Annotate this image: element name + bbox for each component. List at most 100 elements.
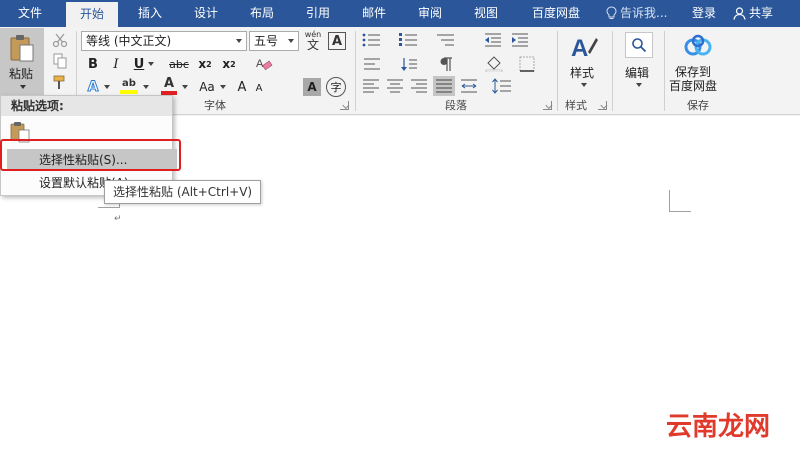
chinese-layout-icon	[364, 58, 380, 70]
share-button[interactable]: 共享	[733, 0, 773, 27]
font-dialog-launcher[interactable]	[340, 101, 349, 110]
editing-icon-frame	[625, 32, 653, 58]
italic-button[interactable]: I	[107, 54, 125, 74]
align-center-button[interactable]	[385, 77, 405, 95]
distributed-button[interactable]	[459, 77, 479, 95]
increase-indent-icon	[512, 33, 528, 47]
tab-file[interactable]: 文件	[4, 0, 56, 27]
chevron-down-icon	[636, 83, 642, 87]
styles-label: 样式	[570, 66, 595, 80]
align-left-button[interactable]	[361, 77, 381, 95]
multilevel-list-icon	[437, 34, 454, 46]
tell-me-search[interactable]: 告诉我...	[606, 0, 667, 27]
paste-options-header: 粘贴选项:	[1, 96, 172, 116]
chevron-down-icon[interactable]	[143, 85, 149, 89]
underline-button[interactable]: U	[130, 54, 148, 74]
chevron-down-icon[interactable]	[148, 62, 154, 66]
svg-text:A: A	[256, 58, 264, 70]
paragraph-group-label: 段落	[445, 99, 467, 112]
chevron-down-icon[interactable]	[220, 85, 226, 89]
paste-special-tooltip: 选择性粘贴 (Alt+Ctrl+V)	[104, 180, 262, 204]
save-to-baidu-netdisk-button[interactable]: 保存到 百度网盘	[668, 29, 728, 97]
format-painter-icon	[53, 75, 65, 89]
subscript-x: x	[198, 57, 207, 71]
increase-indent-button[interactable]	[510, 31, 530, 49]
shading-button[interactable]	[483, 54, 505, 74]
lightbulb-icon	[606, 6, 617, 19]
chinese-layout-button[interactable]	[361, 54, 383, 74]
character-border-button[interactable]: A	[328, 32, 346, 50]
sort-button[interactable]	[398, 54, 420, 74]
tab-baidu-netdisk[interactable]: 百度网盘	[516, 0, 596, 27]
multilevel-list-button[interactable]	[435, 31, 457, 49]
font-name-combo[interactable]: 等线 (中文正文)	[81, 31, 247, 51]
decrease-indent-button[interactable]	[483, 31, 503, 49]
paste-button[interactable]: 粘贴	[0, 28, 44, 98]
share-label: 共享	[749, 6, 774, 20]
clipboard-paste-icon	[10, 35, 34, 62]
editing-label: 编辑	[625, 66, 650, 80]
chevron-down-icon[interactable]	[104, 85, 110, 89]
bold-button[interactable]: B	[84, 54, 102, 74]
tab-design[interactable]: 设计	[180, 0, 232, 27]
font-color-button[interactable]: A	[158, 75, 180, 97]
editing-button[interactable]: 编辑	[619, 29, 659, 97]
text-effects-button[interactable]: A	[84, 77, 102, 97]
shrink-font-button[interactable]: A	[252, 79, 266, 97]
justify-icon	[436, 79, 452, 93]
chevron-down-icon	[236, 39, 242, 43]
clear-formatting-button[interactable]: A	[254, 54, 274, 74]
justify-button[interactable]	[433, 76, 455, 96]
superscript-button[interactable]: x2	[220, 54, 238, 74]
borders-icon	[519, 56, 535, 72]
ribbon-tab-bar: 文件 开始 插入 设计 布局 引用 邮件 审阅 视图 百度网盘 告诉我... 登…	[0, 0, 800, 27]
tab-home[interactable]: 开始	[66, 2, 118, 27]
styles-gallery-button[interactable]: A 样式	[564, 29, 604, 97]
copy-button[interactable]	[50, 52, 70, 70]
tab-layout[interactable]: 布局	[236, 0, 288, 27]
tell-me-text: 告诉我...	[620, 6, 668, 20]
numbered-list-icon	[399, 33, 417, 46]
format-painter-button[interactable]	[50, 73, 70, 91]
cut-button[interactable]	[50, 31, 70, 49]
styles-dialog-launcher[interactable]	[598, 101, 607, 110]
phonetic-char: 文	[306, 38, 319, 52]
superscript-x: x	[222, 57, 231, 71]
text-highlight-button[interactable]: ab	[118, 75, 140, 97]
superscript-mark: 2	[230, 59, 236, 69]
tab-view[interactable]: 视图	[460, 0, 512, 27]
strikethrough-button[interactable]: abc	[166, 54, 192, 74]
save-group-label: 保存	[687, 99, 709, 112]
numbering-button[interactable]	[398, 31, 420, 49]
chevron-down-icon	[20, 85, 26, 89]
paragraph-dialog-launcher[interactable]	[543, 101, 552, 110]
login-button[interactable]: 登录	[692, 0, 716, 27]
line-spacing-button[interactable]	[491, 77, 513, 95]
font-size-combo[interactable]: 五号	[249, 31, 299, 51]
styles-group-label: 样式	[565, 99, 587, 112]
chevron-down-icon	[288, 39, 294, 43]
align-right-button[interactable]	[409, 77, 429, 95]
change-case-button[interactable]: Aa	[195, 77, 219, 97]
search-icon	[632, 38, 647, 53]
bullet-list-icon	[362, 33, 380, 47]
borders-button[interactable]	[516, 54, 538, 74]
line-spacing-icon	[492, 78, 511, 94]
character-shading-button[interactable]: A	[303, 78, 321, 96]
decrease-indent-icon	[485, 33, 501, 47]
highlight-annotation-box	[0, 139, 181, 171]
tab-insert[interactable]: 插入	[124, 0, 176, 27]
bullets-button[interactable]	[361, 31, 383, 49]
highlight-color-swatch	[120, 90, 138, 94]
enclose-characters-button[interactable]: 字	[326, 77, 346, 97]
phonetic-guide-button[interactable]: wén 文	[302, 29, 324, 53]
chevron-down-icon[interactable]	[182, 85, 188, 89]
tab-mailings[interactable]: 邮件	[348, 0, 400, 27]
subscript-button[interactable]: x2	[196, 54, 214, 74]
paragraph-mark-button[interactable]	[435, 54, 457, 74]
tab-review[interactable]: 审阅	[404, 0, 456, 27]
grow-font-button[interactable]: A	[234, 77, 250, 97]
paint-bucket-icon	[485, 56, 503, 72]
tab-references[interactable]: 引用	[292, 0, 344, 27]
font-name-value: 等线 (中文正文)	[86, 34, 172, 48]
